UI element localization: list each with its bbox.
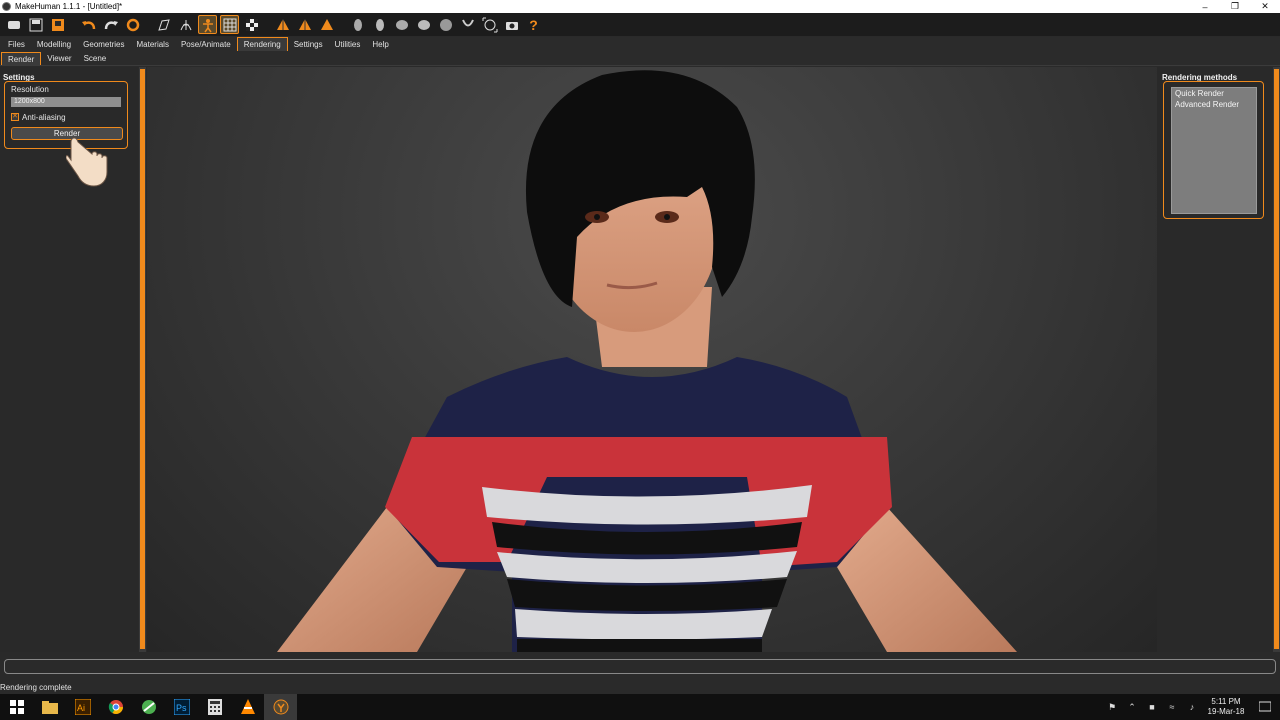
save-icon[interactable]: [26, 15, 45, 34]
undo-icon[interactable]: [79, 15, 98, 34]
system-tray: ⚑ ⌃ ■ ≈ ♪ 5:11 PM 19-Mar-18: [1102, 694, 1280, 720]
top-view-icon[interactable]: [436, 15, 455, 34]
tab-pose-animate[interactable]: Pose/Animate: [175, 38, 237, 51]
help-icon[interactable]: ?: [524, 15, 543, 34]
symmetry-right-icon[interactable]: [273, 15, 292, 34]
title-bar: MakeHuman 1.1.1 - [Untitled]* – ❐ ✕: [0, 0, 1280, 13]
svg-text:Ai: Ai: [77, 703, 85, 713]
new-file-icon[interactable]: [4, 15, 23, 34]
calculator-icon[interactable]: [198, 694, 231, 720]
subtab-viewer[interactable]: Viewer: [41, 52, 77, 65]
back-view-icon[interactable]: [370, 15, 389, 34]
windows-taskbar: Ai Ps ⚑ ⌃ ■ ≈ ♪ 5:11 PM 19-Mar-18: [0, 694, 1280, 720]
tab-files[interactable]: Files: [2, 38, 31, 51]
subtab-render[interactable]: Render: [1, 52, 42, 65]
tab-materials[interactable]: Materials: [131, 38, 175, 51]
rendering-methods-list: Quick Render Advanced Render: [1171, 87, 1257, 214]
wifi-icon[interactable]: ≈: [1162, 694, 1182, 720]
right-methods-panel: Rendering methods Quick Render Advanced …: [1157, 67, 1273, 652]
window-controls: – ❐ ✕: [1190, 0, 1280, 13]
human-model-render: [277, 70, 1017, 652]
chevron-up-icon[interactable]: ⌃: [1122, 694, 1142, 720]
antialias-checkbox[interactable]: ✕: [11, 113, 19, 121]
hand-cursor-icon: [65, 136, 110, 194]
progress-bar: [4, 659, 1276, 674]
rendering-methods-groupbox: Quick Render Advanced Render: [1163, 81, 1264, 219]
maximize-button[interactable]: ❐: [1220, 0, 1250, 13]
tab-help[interactable]: Help: [366, 38, 394, 51]
antialias-label: Anti-aliasing: [22, 113, 66, 122]
checker-icon[interactable]: [242, 15, 261, 34]
chrome-icon[interactable]: [99, 694, 132, 720]
file-explorer-icon[interactable]: [33, 694, 66, 720]
resolution-input[interactable]: [11, 97, 121, 107]
network-icon[interactable]: ■: [1142, 694, 1162, 720]
screenshot-icon[interactable]: [502, 15, 521, 34]
reset-icon[interactable]: [123, 15, 142, 34]
tab-settings[interactable]: Settings: [288, 38, 329, 51]
close-button[interactable]: ✕: [1250, 0, 1280, 13]
subtab-scene[interactable]: Scene: [78, 52, 113, 65]
bottom-view-icon[interactable]: [458, 15, 477, 34]
symmetry-left-icon[interactable]: [295, 15, 314, 34]
tab-modelling[interactable]: Modelling: [31, 38, 77, 51]
photoshop-icon[interactable]: Ps: [165, 694, 198, 720]
resolution-label: Resolution: [11, 85, 49, 94]
left-panel-splitter[interactable]: [139, 67, 146, 652]
right-panel-splitter[interactable]: [1273, 67, 1280, 652]
front-view-icon[interactable]: [348, 15, 367, 34]
minimize-button[interactable]: –: [1190, 0, 1220, 13]
method-quick-render[interactable]: Quick Render: [1172, 88, 1256, 99]
app-green-icon[interactable]: [132, 694, 165, 720]
symmetry-icon[interactable]: [317, 15, 336, 34]
vlc-icon[interactable]: [231, 694, 264, 720]
window-title: MakeHuman 1.1.1 - [Untitled]*: [15, 2, 123, 11]
clock-time: 5:11 PM: [1211, 697, 1241, 706]
method-advanced-render[interactable]: Advanced Render: [1172, 99, 1256, 110]
tab-utilities[interactable]: Utilities: [329, 38, 367, 51]
left-view-icon[interactable]: [392, 15, 411, 34]
illustrator-icon[interactable]: Ai: [66, 694, 99, 720]
system-clock[interactable]: 5:11 PM 19-Mar-18: [1202, 697, 1250, 717]
volume-icon[interactable]: ♪: [1182, 694, 1202, 720]
reset-camera-icon[interactable]: [480, 15, 499, 34]
svg-text:Ps: Ps: [176, 703, 187, 713]
status-text: Rendering complete: [0, 683, 72, 692]
tab-geometries[interactable]: Geometries: [77, 38, 130, 51]
makehuman-app-icon: [2, 2, 11, 11]
makehuman-taskbar-icon[interactable]: [264, 694, 297, 720]
main-toolbar: ?: [0, 13, 1280, 36]
clock-date: 19-Mar-18: [1207, 707, 1245, 716]
main-menu-tabs: Files Modelling Geometries Materials Pos…: [0, 37, 1280, 51]
smooth-icon[interactable]: [154, 15, 173, 34]
notifications-icon[interactable]: [1250, 694, 1280, 720]
windows-start-icon[interactable]: [0, 694, 33, 720]
wireframe-icon[interactable]: [176, 15, 195, 34]
right-view-icon[interactable]: [414, 15, 433, 34]
tab-rendering[interactable]: Rendering: [236, 37, 288, 51]
grid-icon[interactable]: [220, 15, 239, 34]
rendering-subtabs: Render Viewer Scene: [0, 51, 1280, 66]
redo-icon[interactable]: [101, 15, 120, 34]
3d-viewport[interactable]: [147, 67, 1157, 652]
people-icon[interactable]: ⚑: [1102, 694, 1122, 720]
export-icon[interactable]: [48, 15, 67, 34]
pose-icon[interactable]: [198, 15, 217, 34]
